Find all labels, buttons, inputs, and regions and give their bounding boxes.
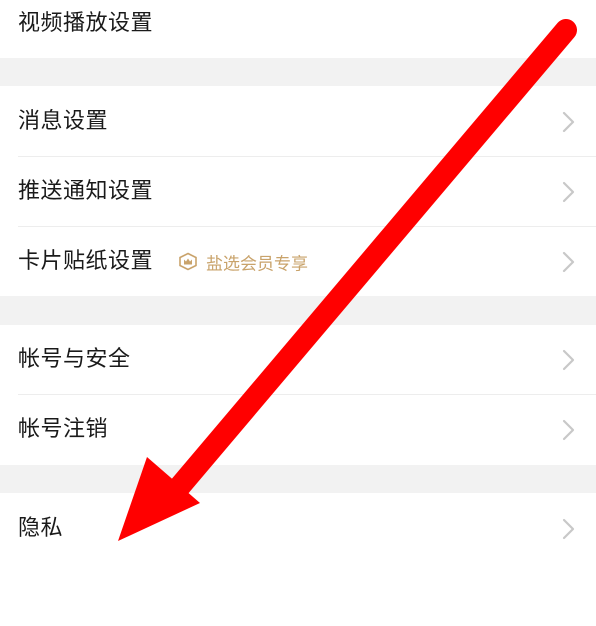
chevron-right-icon [562, 251, 575, 272]
member-badge-label: 盐选会员专享 [206, 254, 308, 274]
settings-row-card-stickers[interactable]: 卡片贴纸设置 盐选会员专享 [0, 227, 596, 296]
settings-row-label: 隐私 [18, 516, 64, 541]
chevron-right-icon [562, 111, 575, 133]
chevron-right-icon [562, 181, 575, 202]
settings-row-messages[interactable]: 消息设置 [0, 87, 596, 157]
chevron-right-icon [562, 419, 575, 441]
settings-row-account-cancel[interactable]: 帐号注销 [0, 395, 596, 465]
settings-row-video-playback[interactable]: 视频播放设置 [0, 0, 596, 56]
settings-row-label: 视频播放设置 [18, 11, 154, 36]
section-gap [0, 465, 596, 493]
section-gap [0, 296, 596, 325]
section-gap [0, 58, 596, 86]
chevron-right-icon [562, 518, 575, 540]
chevron-right-icon [562, 349, 575, 370]
crown-shield-icon [179, 252, 197, 271]
settings-row-label: 帐号注销 [18, 417, 109, 442]
settings-row-account-security[interactable]: 帐号与安全 [0, 325, 596, 394]
settings-row-label: 推送通知设置 [18, 178, 154, 204]
member-badge: 盐选会员专享 [178, 249, 308, 274]
settings-row-label: 卡片贴纸设置 [18, 248, 154, 274]
settings-row-label: 消息设置 [18, 109, 109, 134]
settings-row-push-notifications[interactable]: 推送通知设置 [0, 157, 596, 226]
settings-row-label: 帐号与安全 [18, 346, 131, 372]
settings-row-privacy[interactable]: 隐私 [0, 493, 596, 565]
